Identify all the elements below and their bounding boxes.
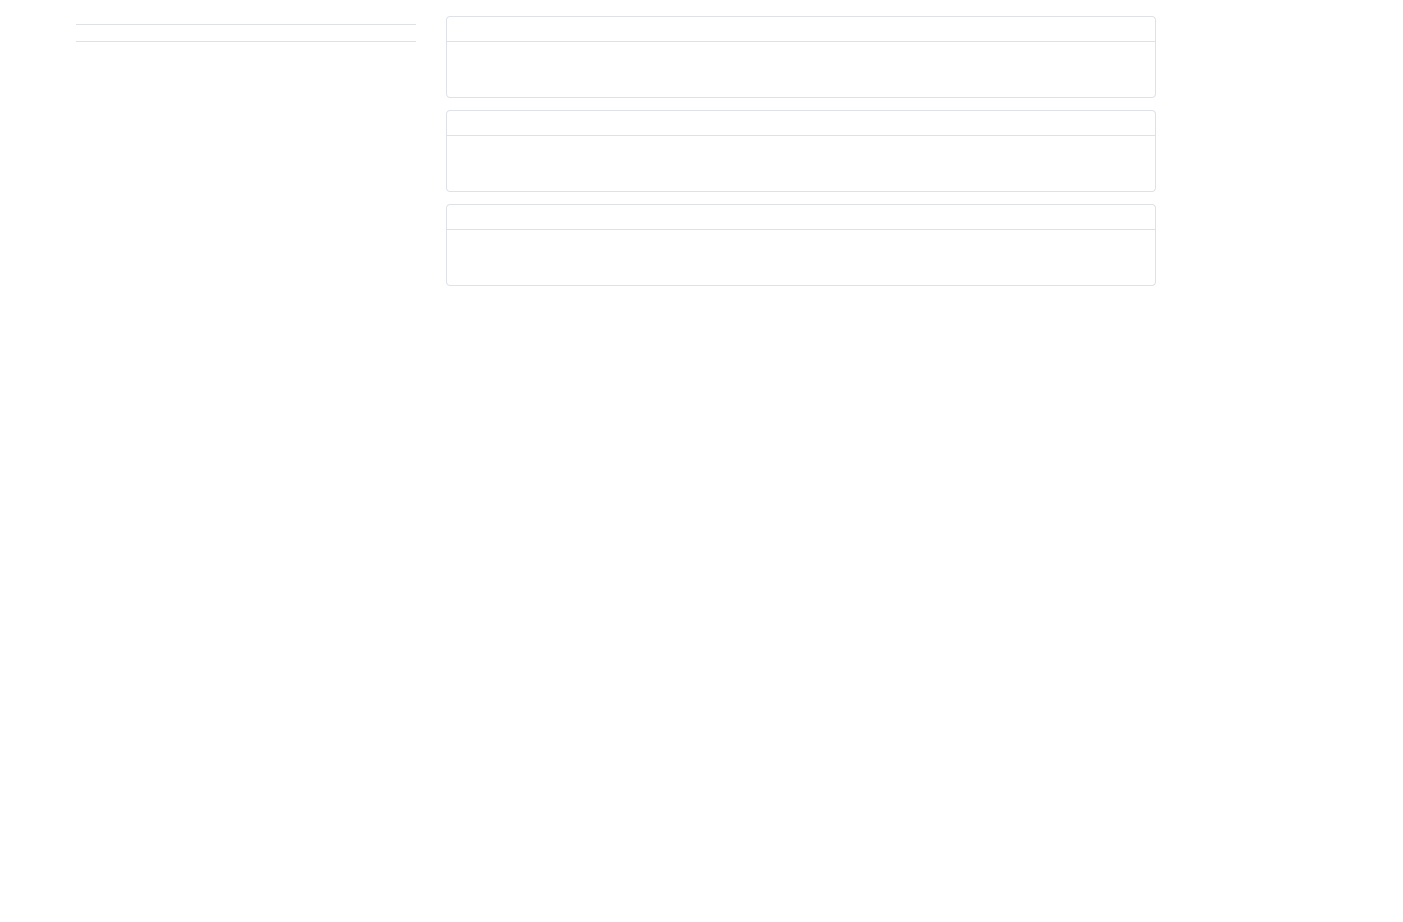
panel-body [447, 230, 1155, 285]
panel-header [447, 111, 1155, 136]
sidebar-item-event[interactable] [76, 25, 416, 42]
panel-facebook-response [446, 204, 1156, 286]
panel-body [447, 136, 1155, 191]
sidebar [76, 16, 416, 298]
panel-body [447, 42, 1155, 97]
sidebar-title [76, 16, 416, 25]
panel-header [447, 205, 1155, 230]
panel-message-request [446, 110, 1156, 192]
main-content [446, 16, 1156, 298]
panel-webhook-request [446, 16, 1156, 98]
panel-header [447, 17, 1155, 42]
page-container [0, 0, 1403, 298]
